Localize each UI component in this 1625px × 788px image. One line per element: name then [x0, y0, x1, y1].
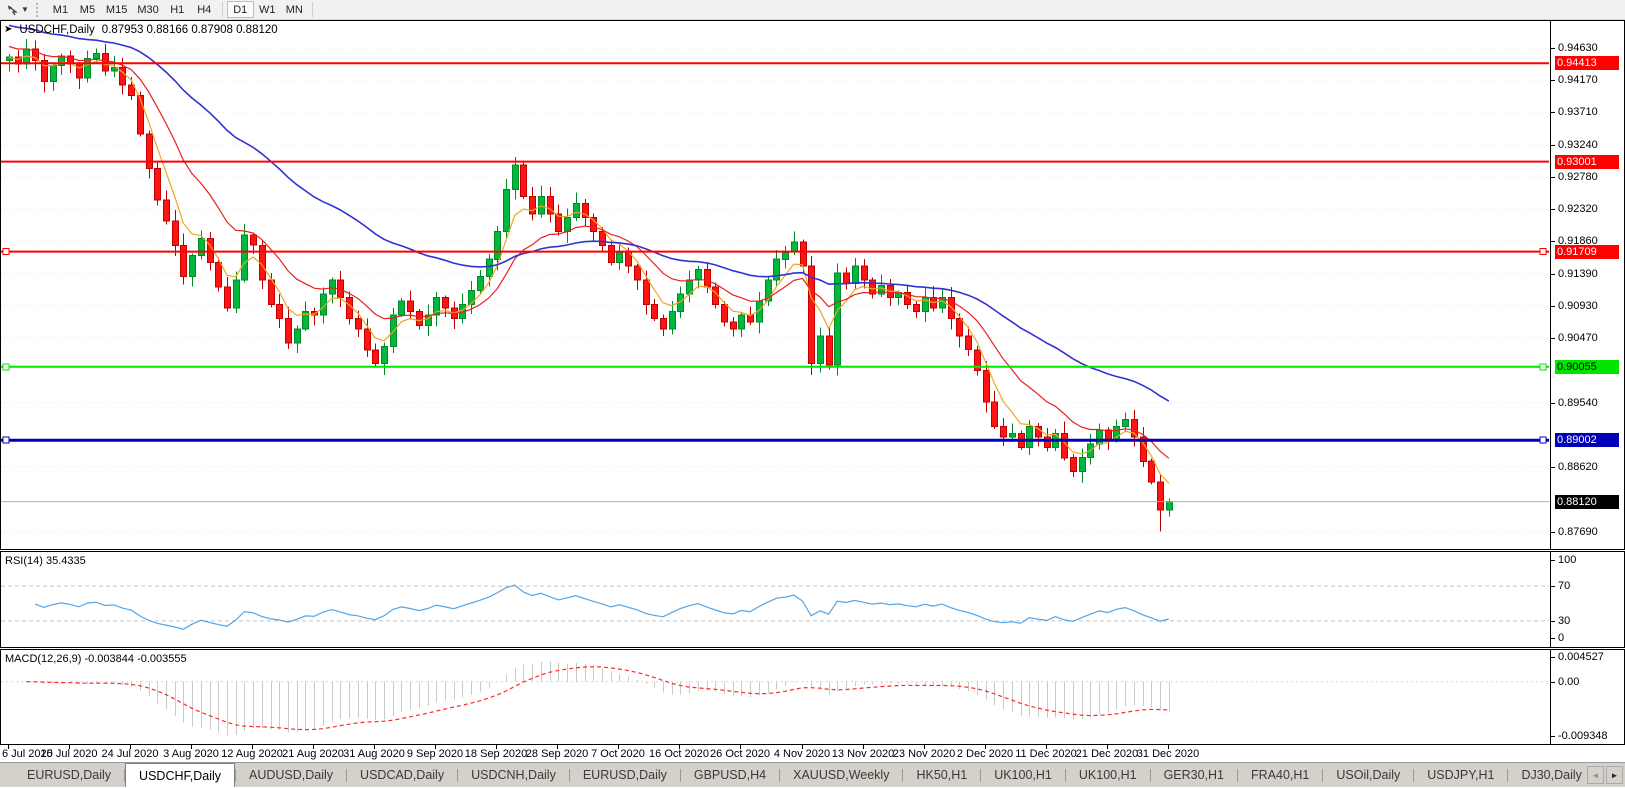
timeframe-m1-button[interactable]: M1 — [47, 1, 74, 18]
price-tick: 0.94630 — [1551, 42, 1598, 54]
tab-dj30-daily[interactable]: DJ30,Daily — [1508, 763, 1585, 787]
date-label: 11 Dec 2020 — [1015, 748, 1077, 760]
timeframe-d1-button[interactable]: D1 — [227, 1, 254, 18]
price-chart[interactable]: ➤ USDCHF,Daily 0.87953 0.88166 0.87908 0… — [1, 21, 1551, 549]
toolbar-separator — [222, 2, 223, 17]
tab-uk100-h1[interactable]: UK100,H1 — [981, 763, 1065, 787]
timeframe-w1-button[interactable]: W1 — [254, 1, 281, 18]
tab-usdchf-daily[interactable]: USDCHF,Daily — [125, 763, 235, 787]
price-level-badge: 0.89002 — [1555, 433, 1619, 447]
price-level-badge: 0.91709 — [1555, 245, 1619, 259]
macd-axis: 0.004527 0.00 -0.009348 — [1551, 650, 1624, 744]
timeframe-m15-button[interactable]: M15 — [101, 1, 132, 18]
tab-usdcad-daily[interactable]: USDCAD,Daily — [347, 763, 457, 787]
date-label: 31 Dec 2020 — [1137, 748, 1199, 760]
timeframe-h4-button[interactable]: H4 — [191, 1, 218, 18]
toolbar-grip[interactable] — [36, 3, 41, 17]
rsi-chart[interactable]: RSI(14) 35.4335 — [1, 552, 1551, 647]
tab-audusd-daily[interactable]: AUDUSD,Daily — [236, 763, 346, 787]
tab-fra40-h1[interactable]: FRA40,H1 — [1238, 763, 1322, 787]
timeframe-mn-button[interactable]: MN — [281, 1, 308, 18]
price-tick: 0.91390 — [1551, 268, 1598, 280]
price-level-badge: 0.90055 — [1555, 360, 1619, 374]
tab-uk100-h1[interactable]: UK100,H1 — [1066, 763, 1150, 787]
date-label: 24 Jul 2020 — [102, 748, 159, 760]
price-tick: 0.94170 — [1551, 74, 1598, 86]
date-label: 21 Dec 2020 — [1076, 748, 1138, 760]
tab-usdcnh-daily[interactable]: USDCNH,Daily — [458, 763, 569, 787]
cursor-tool-button[interactable]: ▼ — [3, 1, 32, 19]
macd-chart[interactable]: MACD(12,26,9) -0.003844 -0.003555 — [1, 650, 1551, 744]
date-label: 21 Aug 2020 — [282, 748, 344, 760]
chart-tabs-bar: EURUSD,DailyUSDCHF,DailyAUDUSD,DailyUSDC… — [0, 762, 1625, 787]
macd-panel: MACD(12,26,9) -0.003844 -0.003555 0.0045… — [0, 649, 1625, 745]
rsi-tick: 0 — [1551, 632, 1564, 644]
tab-eurusd-daily[interactable]: EURUSD,Daily — [570, 763, 680, 787]
date-label: 18 Sep 2020 — [465, 748, 527, 760]
date-label: 12 Aug 2020 — [221, 748, 283, 760]
date-label: 13 Nov 2020 — [832, 748, 894, 760]
tab-ger30-h1[interactable]: GER30,H1 — [1151, 763, 1237, 787]
timeframe-h1-button[interactable]: H1 — [164, 1, 191, 18]
date-label: 2 Dec 2020 — [957, 748, 1013, 760]
dropdown-caret-icon[interactable]: ▼ — [21, 6, 29, 14]
price-tick: 0.90470 — [1551, 332, 1598, 344]
price-level-badge: 0.93001 — [1555, 155, 1619, 169]
timeframe-m5-button[interactable]: M5 — [74, 1, 101, 18]
price-tick: 0.87690 — [1551, 526, 1598, 538]
tab-xauusd-weekly[interactable]: XAUUSD,Weekly — [780, 763, 902, 787]
tab-gbpusd-h4[interactable]: GBPUSD,H4 — [681, 763, 779, 787]
tab-hk50-h1[interactable]: HK50,H1 — [903, 763, 980, 787]
price-tick: 0.93240 — [1551, 139, 1598, 151]
date-label: 16 Oct 2020 — [649, 748, 709, 760]
price-level-badge: 0.94413 — [1555, 56, 1619, 70]
time-axis[interactable]: 6 Jul 202015 Jul 202024 Jul 20203 Aug 20… — [0, 745, 1625, 762]
price-tick: 0.92320 — [1551, 203, 1598, 215]
price-tick: 0.92780 — [1551, 171, 1598, 183]
price-tick: 0.89540 — [1551, 397, 1598, 409]
date-label: 9 Sep 2020 — [407, 748, 463, 760]
rsi-tick: 30 — [1551, 615, 1570, 627]
tabs-scroll-controls: ◄ ► — [1583, 766, 1623, 784]
toolbar-separator — [312, 2, 313, 17]
macd-tick: -0.009348 — [1551, 730, 1608, 742]
rsi-tick: 100 — [1551, 554, 1576, 566]
price-tick: 0.90930 — [1551, 300, 1598, 312]
timeframe-m30-button[interactable]: M30 — [132, 1, 163, 18]
date-label: 15 Jul 2020 — [41, 748, 98, 760]
date-label: 28 Sep 2020 — [526, 748, 588, 760]
tabs-scroll-left-button[interactable]: ◄ — [1587, 766, 1604, 784]
date-label: 3 Aug 2020 — [163, 748, 219, 760]
price-level-badge: 0.88120 — [1555, 495, 1619, 509]
rsi-axis: 100 70 30 0 — [1551, 552, 1624, 647]
date-label: 4 Nov 2020 — [774, 748, 830, 760]
tabs-scroll-right-button[interactable]: ► — [1606, 766, 1623, 784]
main-chart-panel: ➤ USDCHF,Daily 0.87953 0.88166 0.87908 0… — [0, 20, 1625, 550]
price-tick: 0.93710 — [1551, 106, 1598, 118]
price-tick: 0.88620 — [1551, 461, 1598, 473]
date-label: 26 Oct 2020 — [710, 748, 770, 760]
tab-usoil-daily[interactable]: USOil,Daily — [1323, 763, 1413, 787]
rsi-panel: RSI(14) 35.4335 100 70 30 0 — [0, 551, 1625, 648]
price-axis[interactable]: 0.94630 0.94170 0.93710 0.93240 0.92780 0.923… — [1551, 21, 1624, 549]
date-label: 7 Oct 2020 — [591, 748, 645, 760]
timeframe-toolbar: ▼ M1 M5 M15 M30 H1 H4 D1 W1 MN — [0, 0, 1625, 20]
macd-tick: 0.004527 — [1551, 651, 1604, 663]
mt4-window: ▼ M1 M5 M15 M30 H1 H4 D1 W1 MN ➤ USDCHF,… — [0, 0, 1625, 787]
macd-tick: 0.00 — [1551, 676, 1579, 688]
date-label: 23 Nov 2020 — [893, 748, 955, 760]
rsi-tick: 70 — [1551, 580, 1570, 592]
cursor-tool-icon — [6, 3, 20, 17]
date-label: 31 Aug 2020 — [343, 748, 405, 760]
tab-eurusd-daily[interactable]: EURUSD,Daily — [14, 763, 124, 787]
tab-usdjpy-h1[interactable]: USDJPY,H1 — [1414, 763, 1507, 787]
